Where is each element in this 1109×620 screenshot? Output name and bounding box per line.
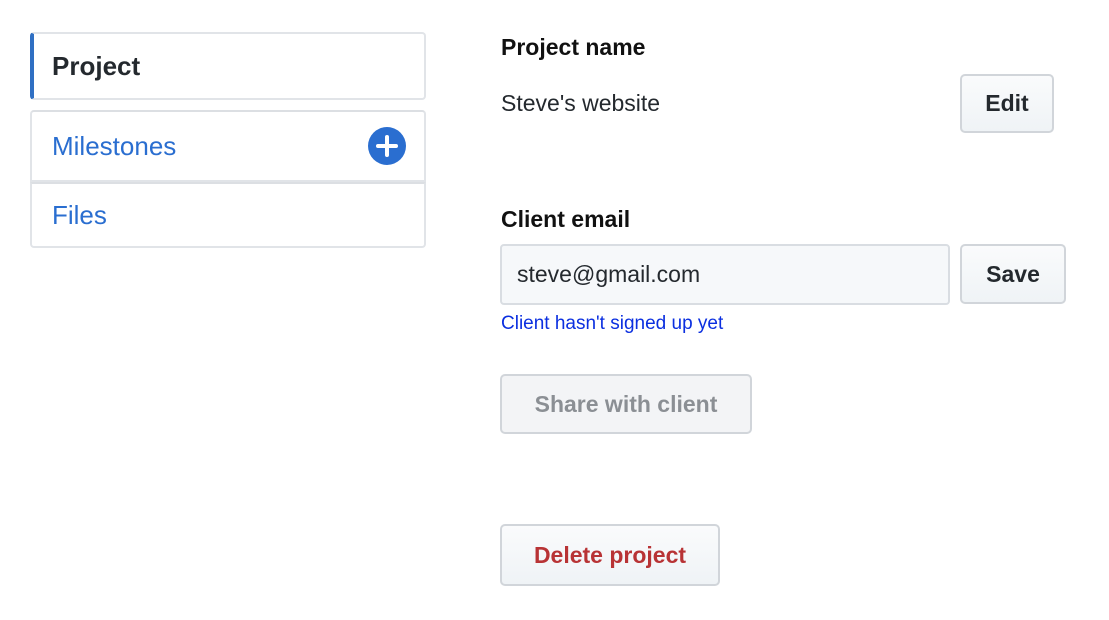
sidebar-nav: Project Milestones Files [30,32,426,248]
sidebar-item-label: Project [52,50,141,81]
save-button[interactable]: Save [960,244,1066,304]
sidebar-item-project[interactable]: Project [30,32,426,100]
delete-project-button[interactable]: Delete project [500,524,720,586]
sidebar-item-label: Milestones [52,130,177,161]
project-settings-page: Project Milestones Files Project name St… [0,0,1109,620]
client-email-input[interactable] [500,244,950,305]
sidebar-item-milestones[interactable]: Milestones [30,110,426,182]
client-email-label: Client email [501,206,631,232]
add-milestone-icon[interactable] [368,127,406,165]
main-panel: Project name Steve's website Edit Client… [500,0,1080,620]
share-with-client-button[interactable]: Share with client [500,374,752,434]
sidebar-item-label: Files [52,199,107,230]
edit-button[interactable]: Edit [960,74,1054,133]
sidebar-item-files[interactable]: Files [30,182,426,248]
project-name-label: Project name [501,34,646,60]
project-name-value: Steve's website [501,90,661,116]
signup-status-hint: Client hasn't signed up yet [501,313,724,334]
